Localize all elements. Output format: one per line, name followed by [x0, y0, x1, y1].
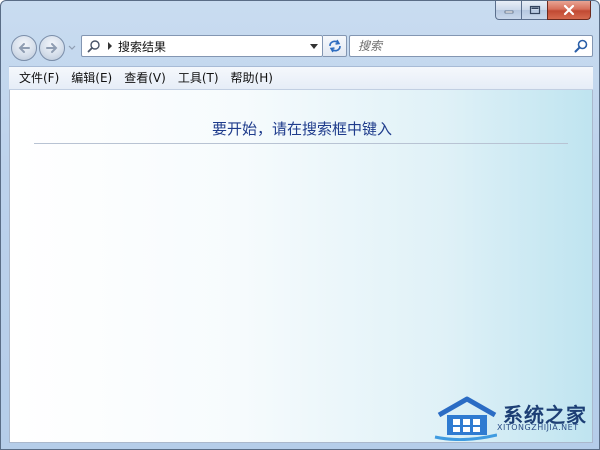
forward-arrow-icon [46, 43, 58, 53]
address-dropdown[interactable] [306, 36, 322, 56]
house-logo-icon [434, 396, 497, 441]
menu-file[interactable]: 文件(F) [13, 68, 65, 88]
menu-help[interactable]: 帮助(H) [225, 68, 279, 88]
refresh-icon [328, 39, 341, 53]
address-bar[interactable]: 搜索结果 [81, 35, 323, 57]
minimize-button[interactable] [495, 1, 522, 20]
forward-button[interactable] [39, 35, 65, 61]
search-box [349, 35, 593, 57]
chevron-down-icon [68, 45, 76, 50]
navigation-row: 搜索结果 [9, 31, 593, 61]
search-button[interactable] [570, 36, 592, 56]
back-arrow-icon [18, 43, 30, 53]
explorer-window: 搜索结果 文件(F) 编辑(E) 查看(V) 工具(T) 帮助(H) [0, 0, 600, 450]
close-icon [563, 4, 575, 16]
caption-buttons [495, 1, 591, 21]
search-hint-text: 要开始，请在搜索框中键入 [211, 120, 392, 138]
refresh-button[interactable] [323, 35, 347, 57]
menu-view[interactable]: 查看(V) [118, 68, 172, 88]
address-location: 搜索结果 [118, 39, 167, 54]
watermark-logo: 系统之家 XITONGZHIJIA.NET [433, 391, 599, 441]
search-results-icon [84, 36, 104, 56]
magnifier-icon [574, 39, 588, 53]
nav-buttons [9, 33, 85, 61]
close-button[interactable] [547, 1, 591, 20]
minimize-icon [504, 10, 513, 14]
back-button[interactable] [11, 35, 37, 61]
breadcrumb-arrow-icon[interactable] [104, 36, 116, 56]
watermark-subtitle: XITONGZHIJIA.NET [497, 423, 579, 432]
maximize-button[interactable] [521, 1, 548, 20]
recent-pages-dropdown[interactable] [67, 43, 77, 53]
hint-divider [34, 143, 568, 144]
chevron-down-icon [310, 43, 318, 49]
menu-tools[interactable]: 工具(T) [172, 68, 225, 88]
maximize-icon [529, 5, 540, 15]
menu-edit[interactable]: 编辑(E) [65, 68, 118, 88]
search-input[interactable] [350, 37, 570, 55]
menu-bar: 文件(F) 编辑(E) 查看(V) 工具(T) 帮助(H) [9, 66, 593, 90]
